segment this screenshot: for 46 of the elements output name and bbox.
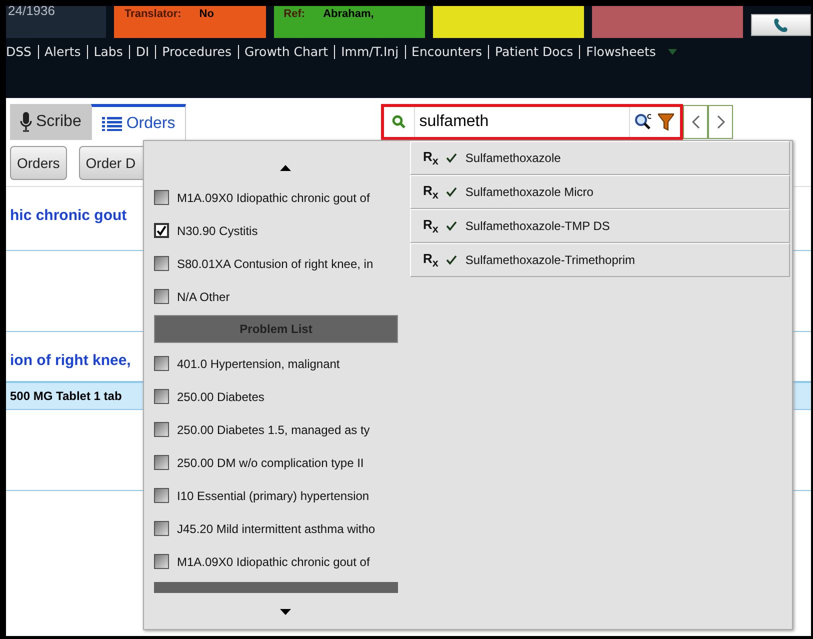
diagnosis-label[interactable]: I10 Essential (primary) hypertension bbox=[177, 488, 370, 502]
search-result[interactable]: R$_{x}$ Sulfamethoxazole-TMP DS bbox=[410, 209, 790, 243]
nav-link[interactable]: Labs bbox=[88, 45, 130, 59]
diagnosis-title[interactable]: ion of right knee, bbox=[10, 352, 131, 369]
result-label: Sulfamethoxazole-Trimethoprim bbox=[465, 253, 636, 267]
search-result[interactable]: R$_{x}$ Sulfamethoxazole Micro bbox=[410, 175, 790, 209]
nav-link[interactable]: Imm/T.Inj bbox=[335, 45, 406, 59]
search-field[interactable]: sulfameth bbox=[381, 104, 684, 140]
rx-symbol: R$_{x}$ bbox=[423, 216, 438, 236]
diagnosis-title[interactable]: hic chronic gout bbox=[10, 207, 127, 224]
toolbar-button[interactable]: Orders bbox=[10, 146, 67, 180]
rx-symbol: R$_{x}$ bbox=[423, 250, 438, 270]
result-label: Sulfamethoxazole-TMP DS bbox=[465, 219, 610, 233]
tab[interactable]: Scribe bbox=[10, 104, 92, 140]
result-label: Sulfamethoxazole Micro bbox=[465, 185, 594, 199]
diagnosis-label[interactable]: N/A Other bbox=[177, 290, 230, 304]
diagnosis-label[interactable]: 250.00 DM w/o complication type II bbox=[177, 456, 364, 470]
diagnosis-label[interactable]: 401.0 Hypertension, malignant bbox=[177, 356, 340, 370]
nav-link[interactable]: DSS bbox=[6, 45, 38, 59]
diagnosis-label[interactable]: 250.00 Diabetes 1.5, managed as ty bbox=[177, 422, 370, 436]
diagnosis-label[interactable]: S80.01XA Contusion of right knee, in bbox=[177, 256, 374, 270]
nav-link[interactable]: Procedures bbox=[156, 45, 238, 59]
tile-label: Ref: bbox=[284, 8, 306, 20]
tile-value: No bbox=[199, 8, 214, 20]
rx-symbol: R$_{x}$ bbox=[423, 148, 438, 168]
search-result[interactable]: R$_{x}$ Sulfamethoxazole-Trimethoprim bbox=[410, 243, 790, 277]
diagnosis-label[interactable]: M1A.09X0 Idiopathic chronic gout of bbox=[177, 554, 370, 568]
nav-link[interactable]: DI bbox=[130, 45, 156, 59]
tile-label: Translator: bbox=[124, 8, 182, 20]
diagnosis-label[interactable]: N30.90 Cystitis bbox=[177, 224, 258, 238]
nav-link[interactable]: Encounters bbox=[406, 45, 489, 59]
diagnosis-label[interactable]: 250.00 Diabetes bbox=[177, 390, 264, 404]
search-result[interactable]: R$_{x}$ Sulfamethoxazole bbox=[410, 141, 790, 175]
info-tile[interactable]: Translator: No bbox=[114, 6, 266, 38]
diagnosis-label[interactable]: J45.20 Mild intermittent asthma witho bbox=[177, 522, 376, 536]
tile-value: Abraham, bbox=[323, 8, 374, 20]
nav-link[interactable]: Alerts bbox=[38, 45, 88, 59]
section-header: Problem List bbox=[154, 315, 398, 343]
info-tile[interactable]: Ref: Abraham, bbox=[274, 6, 425, 38]
nav-link[interactable]: Flowsheets bbox=[580, 45, 662, 59]
tab[interactable]: Orders bbox=[91, 104, 186, 140]
diagnosis-label[interactable]: M1A.09X0 Idiopathic chronic gout of bbox=[177, 190, 370, 204]
nav-link[interactable]: Patient Docs bbox=[488, 45, 580, 59]
rx-symbol: R$_{x}$ bbox=[423, 182, 438, 202]
result-label: Sulfamethoxazole bbox=[465, 151, 561, 165]
nav-link[interactable]: Growth Chart bbox=[238, 45, 336, 59]
